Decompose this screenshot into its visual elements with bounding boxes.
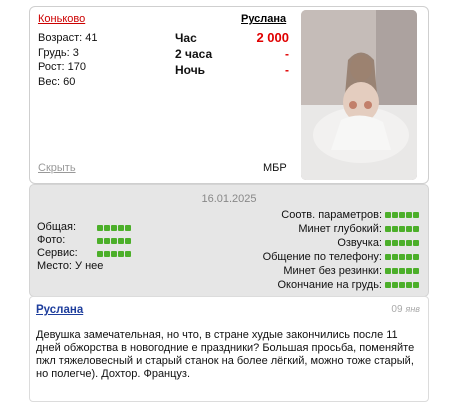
rating-phone: Общение по телефону: (263, 250, 419, 264)
price-row-hour: Час 2 000 (175, 30, 289, 45)
rating-finish: Окончание на грудь: (263, 278, 419, 292)
rating-dots (385, 240, 419, 246)
comment-author-link[interactable]: Руслана (36, 304, 83, 316)
rating-dots (385, 254, 419, 260)
review-date: 16.01.2025 (201, 193, 257, 205)
rating-dots (385, 268, 419, 274)
rating-dots (385, 282, 419, 288)
param-age: Возраст: 41 (38, 32, 98, 44)
rating-params-match: Соотв. параметров: (263, 208, 419, 222)
rating-photo: Фото: (37, 234, 131, 247)
rating-dots (97, 237, 131, 244)
price-value-hour: 2 000 (256, 30, 289, 45)
rating-deep-oral: Минет глубокий: (263, 222, 419, 236)
rating-voice: Озвучка: (263, 236, 419, 250)
profile-card: Коньково Руслана Возраст: 41 Грудь: 3 Ро… (29, 6, 429, 184)
rating-dots (385, 212, 419, 218)
right-ratings: Соотв. параметров: Минет глубокий: Озвуч… (263, 208, 419, 292)
comment-date: 09 янв (391, 304, 420, 315)
param-weight: Вес: 60 (38, 75, 76, 88)
review-panel: 16.01.2025 Общая: Фото: Сервис: Место: У… (29, 184, 429, 297)
hide-link[interactable]: Скрыть (38, 162, 76, 174)
district-link[interactable]: Коньково (38, 13, 85, 25)
rating-dots (97, 250, 131, 257)
comment-text: Девушка замечательная, но что, в стране … (36, 329, 415, 380)
param-breast: Грудь: 3 (38, 46, 79, 59)
price-value-2hours: - (285, 47, 289, 61)
price-row-night: Ночь - (175, 63, 289, 77)
price-value-night: - (285, 63, 289, 77)
rating-place: Место: У нее (37, 260, 104, 272)
price-list: Час 2 000 2 часа - Ночь - (175, 30, 289, 78)
profile-photo-image (301, 10, 417, 180)
comment-block: Руслана 09 янв Девушка замечательная, но … (29, 296, 429, 402)
profile-name-link[interactable]: Руслана (241, 13, 286, 25)
rating-oral-no-condom: Минет без резинки: (263, 264, 419, 278)
rating-service: Сервис: (37, 247, 131, 260)
rating-dots (97, 224, 131, 231)
param-height: Рост: 170 (38, 61, 86, 73)
left-ratings: Общая: Фото: Сервис: Место: У нее (37, 221, 131, 273)
price-row-2hours: 2 часа - (175, 47, 289, 61)
metro-station: МБР (263, 162, 287, 174)
rating-dots (385, 226, 419, 232)
profile-photo[interactable] (301, 10, 417, 180)
profile-params: Возраст: 41 Грудь: 3 Рост: 170 Вес: 60 (38, 31, 98, 89)
rating-overall: Общая: (37, 221, 131, 234)
